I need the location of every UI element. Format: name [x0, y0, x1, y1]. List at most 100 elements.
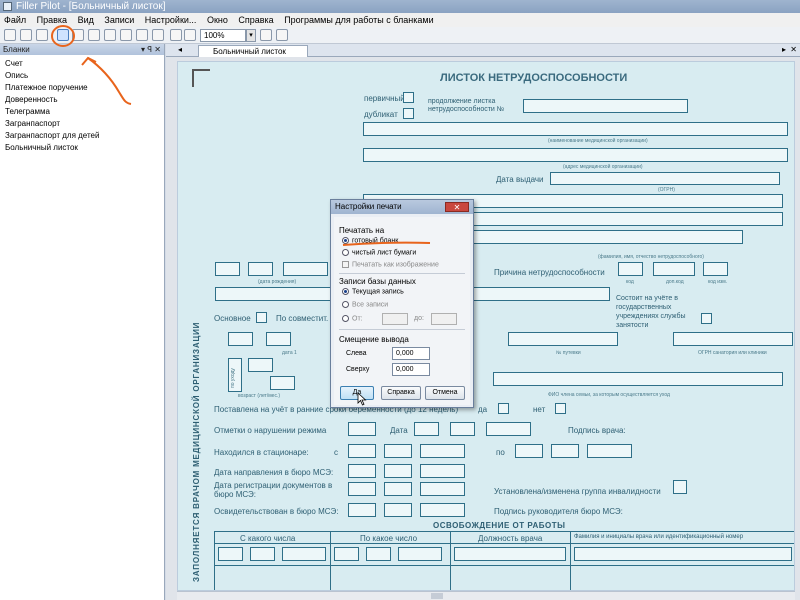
- field-cause-code[interactable]: [618, 262, 643, 276]
- field-mse-exam-year[interactable]: [420, 503, 465, 517]
- menu-records[interactable]: Записи: [104, 15, 134, 25]
- field-putevka[interactable]: [508, 332, 618, 346]
- copy-record-icon[interactable]: [104, 29, 116, 41]
- horizontal-scrollbar[interactable]: [177, 591, 795, 600]
- export-icon[interactable]: [88, 29, 100, 41]
- fit-page-icon[interactable]: [276, 29, 288, 41]
- undo-icon[interactable]: [170, 29, 182, 41]
- list-item[interactable]: Опись: [0, 70, 164, 82]
- menu-help[interactable]: Справка: [238, 15, 273, 25]
- field-mse-reg-year[interactable]: [420, 482, 465, 496]
- checkbox-net[interactable]: [555, 403, 566, 414]
- field-birth-year[interactable]: [283, 262, 328, 276]
- new-icon[interactable]: [4, 29, 16, 41]
- field-violation-day[interactable]: [414, 422, 439, 436]
- redo-icon[interactable]: [184, 29, 196, 41]
- field-hosp-from-year[interactable]: [420, 444, 465, 458]
- tab-sick-leave[interactable]: Больничный листок: [198, 45, 308, 57]
- field-cause-change-code[interactable]: [703, 262, 728, 276]
- field-release-to-month[interactable]: [366, 547, 391, 561]
- field-mse-exam-day[interactable]: [348, 503, 376, 517]
- field-release-to-year[interactable]: [398, 547, 442, 561]
- field-hosp-to-day[interactable]: [515, 444, 543, 458]
- field-hosp-to-year[interactable]: [587, 444, 632, 458]
- menu-view[interactable]: Вид: [78, 15, 94, 25]
- scroll-thumb[interactable]: [431, 593, 443, 599]
- field-prev-number[interactable]: [523, 99, 688, 113]
- help-button[interactable]: Справка: [381, 386, 421, 400]
- field-hosp-from-day[interactable]: [348, 444, 376, 458]
- list-item[interactable]: Платежное поручение: [0, 82, 164, 94]
- left-offset-input[interactable]: 0,000: [392, 347, 430, 360]
- field-mse-reg-month[interactable]: [384, 482, 412, 496]
- checkbox-print-as-image[interactable]: Печатать как изображение: [342, 261, 439, 268]
- chevron-down-icon[interactable]: ▾: [246, 29, 256, 42]
- chevron-right-icon[interactable]: ▸: [782, 45, 786, 54]
- cut-icon[interactable]: [120, 29, 132, 41]
- field-doctor-position[interactable]: [454, 547, 566, 561]
- radio-ready-blank[interactable]: готовый бланк: [342, 237, 398, 244]
- field-mse-dir-year[interactable]: [420, 464, 465, 478]
- menu-file[interactable]: Файл: [4, 15, 26, 25]
- field-hosp-to-month[interactable]: [551, 444, 579, 458]
- chevron-left-icon[interactable]: ◂: [178, 45, 182, 54]
- field-release-from-year[interactable]: [282, 547, 326, 561]
- list-item[interactable]: Доверенность: [0, 94, 164, 106]
- field-mse-dir-month[interactable]: [384, 464, 412, 478]
- field-fio-chlena[interactable]: [493, 372, 783, 386]
- list-item[interactable]: Счет: [0, 58, 164, 70]
- field-release-from-day[interactable]: [218, 547, 243, 561]
- radio-current-record[interactable]: Текущая запись: [342, 288, 404, 295]
- menu-edit[interactable]: Правка: [37, 15, 67, 25]
- field-birth-month[interactable]: [248, 262, 273, 276]
- field-date1-month[interactable]: [266, 332, 291, 346]
- field-care-age-1[interactable]: [248, 358, 273, 372]
- field-mse-reg-day[interactable]: [348, 482, 376, 496]
- field-release-to-day[interactable]: [334, 547, 359, 561]
- top-offset-input[interactable]: 0,000: [392, 363, 430, 376]
- range-from-input[interactable]: [382, 313, 408, 325]
- checkbox-pervichny[interactable]: [403, 92, 414, 103]
- zoom-select[interactable]: 100%: [200, 29, 246, 42]
- list-item[interactable]: Загранпаспорт: [0, 118, 164, 130]
- close-icon[interactable]: ✕: [445, 202, 469, 212]
- field-date-vydachi[interactable]: [550, 172, 780, 185]
- field-mse-dir-day[interactable]: [348, 464, 376, 478]
- field-hosp-from-month[interactable]: [384, 444, 412, 458]
- field-birth-day[interactable]: [215, 262, 240, 276]
- ok-button[interactable]: Да: [340, 386, 374, 400]
- field-violation-year[interactable]: [486, 422, 531, 436]
- checkbox-da[interactable]: [498, 403, 509, 414]
- open-icon[interactable]: [20, 29, 32, 41]
- field-med-org-name[interactable]: [363, 122, 788, 136]
- zoom-icon[interactable]: [260, 29, 272, 41]
- menu-window[interactable]: Окно: [207, 15, 228, 25]
- close-icon[interactable]: ✕: [790, 45, 797, 54]
- print-icon[interactable]: [57, 29, 69, 41]
- list-item[interactable]: Загранпаспорт для детей: [0, 130, 164, 142]
- checkbox-dublikat[interactable]: [403, 108, 414, 119]
- checkbox-ustanovlena[interactable]: [673, 480, 687, 494]
- radio-all-records[interactable]: Все записи: [342, 301, 388, 308]
- field-care-age-2[interactable]: [270, 376, 295, 390]
- paste-icon[interactable]: [152, 29, 164, 41]
- field-doctor-name[interactable]: [574, 547, 792, 561]
- field-violation-month[interactable]: [450, 422, 475, 436]
- field-ogrn-sanat[interactable]: [673, 332, 793, 346]
- list-item[interactable]: Больничный листок: [0, 142, 164, 154]
- cancel-button[interactable]: Отмена: [425, 386, 465, 400]
- field-cause-dop-code[interactable]: [653, 262, 695, 276]
- print-preview-icon[interactable]: [72, 29, 84, 41]
- menu-programs[interactable]: Программы для работы с бланками: [284, 15, 433, 25]
- panel-controls[interactable]: ▾ ꟼ ✕: [141, 44, 161, 55]
- list-item[interactable]: Телеграмма: [0, 106, 164, 118]
- radio-blank-paper[interactable]: чистый лист бумаги: [342, 249, 416, 256]
- field-release-from-month[interactable]: [250, 547, 275, 561]
- field-violation-code[interactable]: [348, 422, 376, 436]
- checkbox-osnovnoe[interactable]: [256, 312, 267, 323]
- menu-settings[interactable]: Настройки...: [145, 15, 197, 25]
- radio-range-records[interactable]: От:: [342, 315, 363, 322]
- checkbox-sostoit[interactable]: [701, 313, 712, 324]
- field-med-org-addr[interactable]: [363, 148, 788, 162]
- save-icon[interactable]: [36, 29, 48, 41]
